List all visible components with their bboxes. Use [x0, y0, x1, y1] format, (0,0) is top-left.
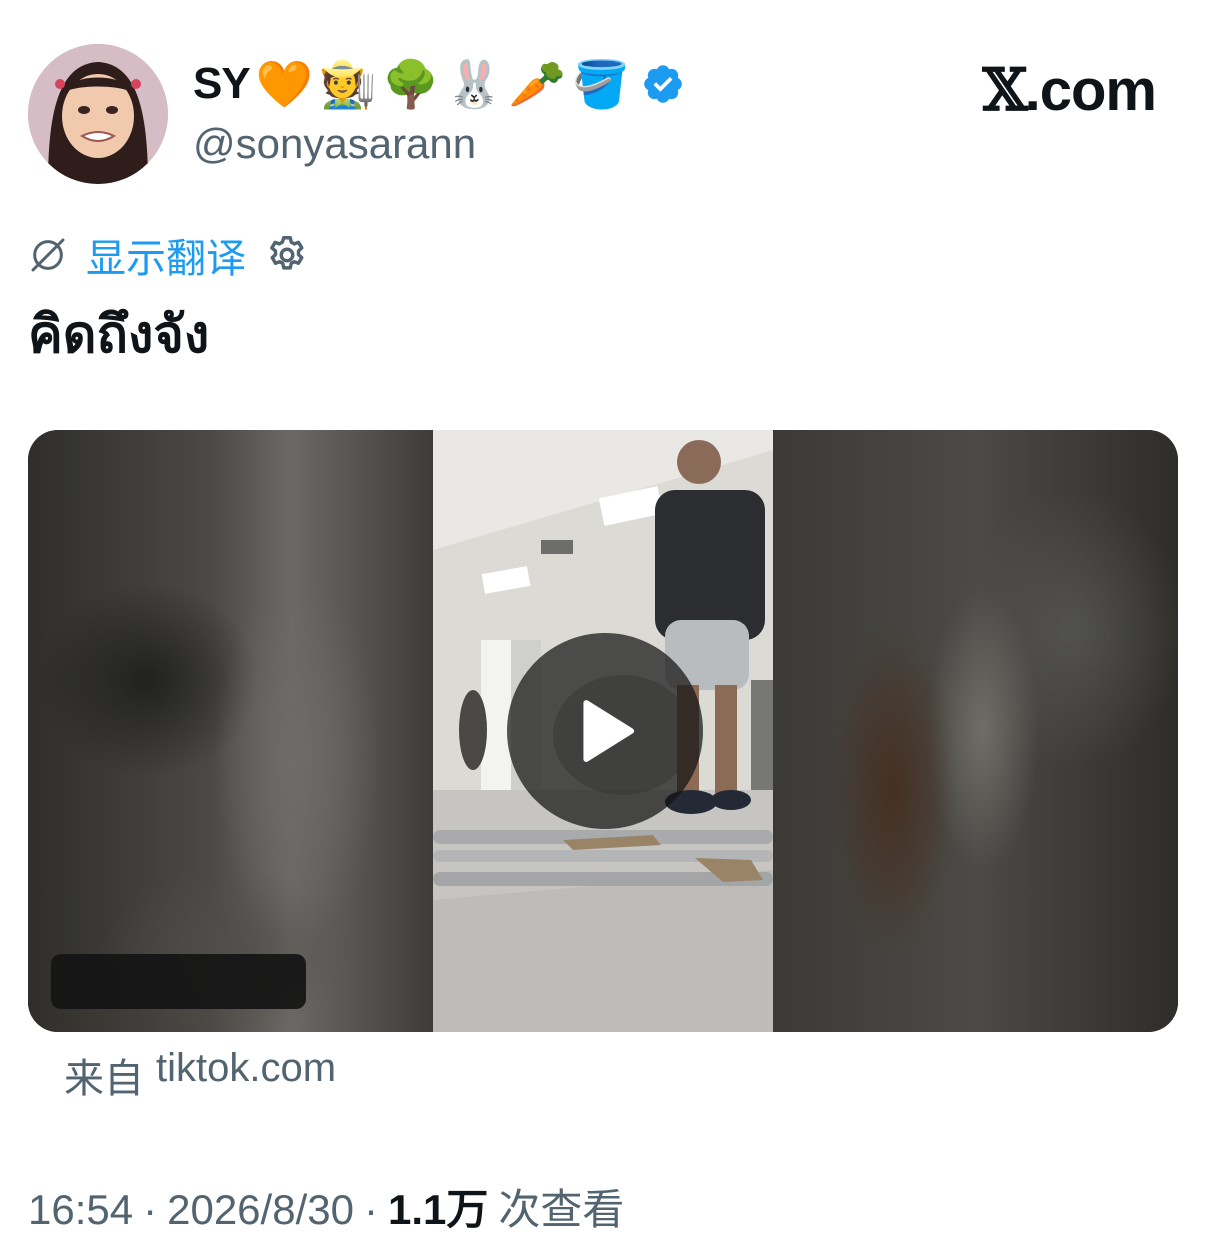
source-domain[interactable]: tiktok.com	[156, 1046, 336, 1104]
farmer-emoji: 🧑‍🌾	[318, 57, 377, 111]
show-translation-link[interactable]: 显示翻译	[86, 226, 246, 284]
meta-separator: ·	[143, 1186, 158, 1233]
gear-icon[interactable]	[264, 232, 310, 278]
author-name[interactable]: SY	[193, 59, 251, 109]
author-handle[interactable]: @sonyasarann	[193, 120, 476, 168]
play-icon	[583, 700, 635, 762]
author-name-row[interactable]: SY 🧡 🧑‍🌾 🌳 🐰 🥕 🪣	[193, 52, 685, 116]
blurred-video-backdrop-left	[28, 430, 433, 1032]
translate-bar: 显示翻译	[28, 226, 310, 284]
tree-emoji: 🌳	[382, 57, 440, 111]
meta-separator: ·	[363, 1186, 378, 1233]
play-button[interactable]	[507, 633, 703, 829]
bucket-emoji: 🪣	[572, 57, 630, 111]
tweet-time[interactable]: 16:54	[28, 1186, 133, 1234]
tweet-text: คิดถึงจัง	[28, 305, 210, 365]
author-avatar[interactable]	[28, 44, 168, 184]
view-count[interactable]: 1.1万	[388, 1176, 488, 1237]
tweet-meta: 16:54 · 2026/8/30 · 1.1万 次查看	[28, 1176, 624, 1237]
carrot-emoji: 🥕	[508, 57, 567, 111]
brand-domain-suffix: .com	[1024, 57, 1157, 123]
media-source[interactable]: 来自 tiktok.com	[64, 1046, 336, 1104]
verified-badge-icon	[644, 65, 683, 103]
avatar-portrait	[28, 44, 168, 184]
video-caption-chip	[51, 954, 306, 1009]
view-count-label: 次查看	[498, 1186, 625, 1233]
x-com-logo: 𝕏 .com	[982, 56, 1157, 124]
tweet-date[interactable]: 2026/8/30	[167, 1186, 354, 1234]
video-player[interactable]	[28, 430, 1178, 1032]
source-prefix: 来自	[64, 1057, 144, 1101]
translate-globe-slash-icon	[31, 238, 65, 272]
blurred-video-backdrop-right	[773, 430, 1178, 1032]
x-logo-icon: 𝕏	[982, 56, 1028, 124]
rabbit-face-emoji: 🐰	[445, 57, 503, 111]
orange-heart-emoji: 🧡	[255, 57, 313, 111]
